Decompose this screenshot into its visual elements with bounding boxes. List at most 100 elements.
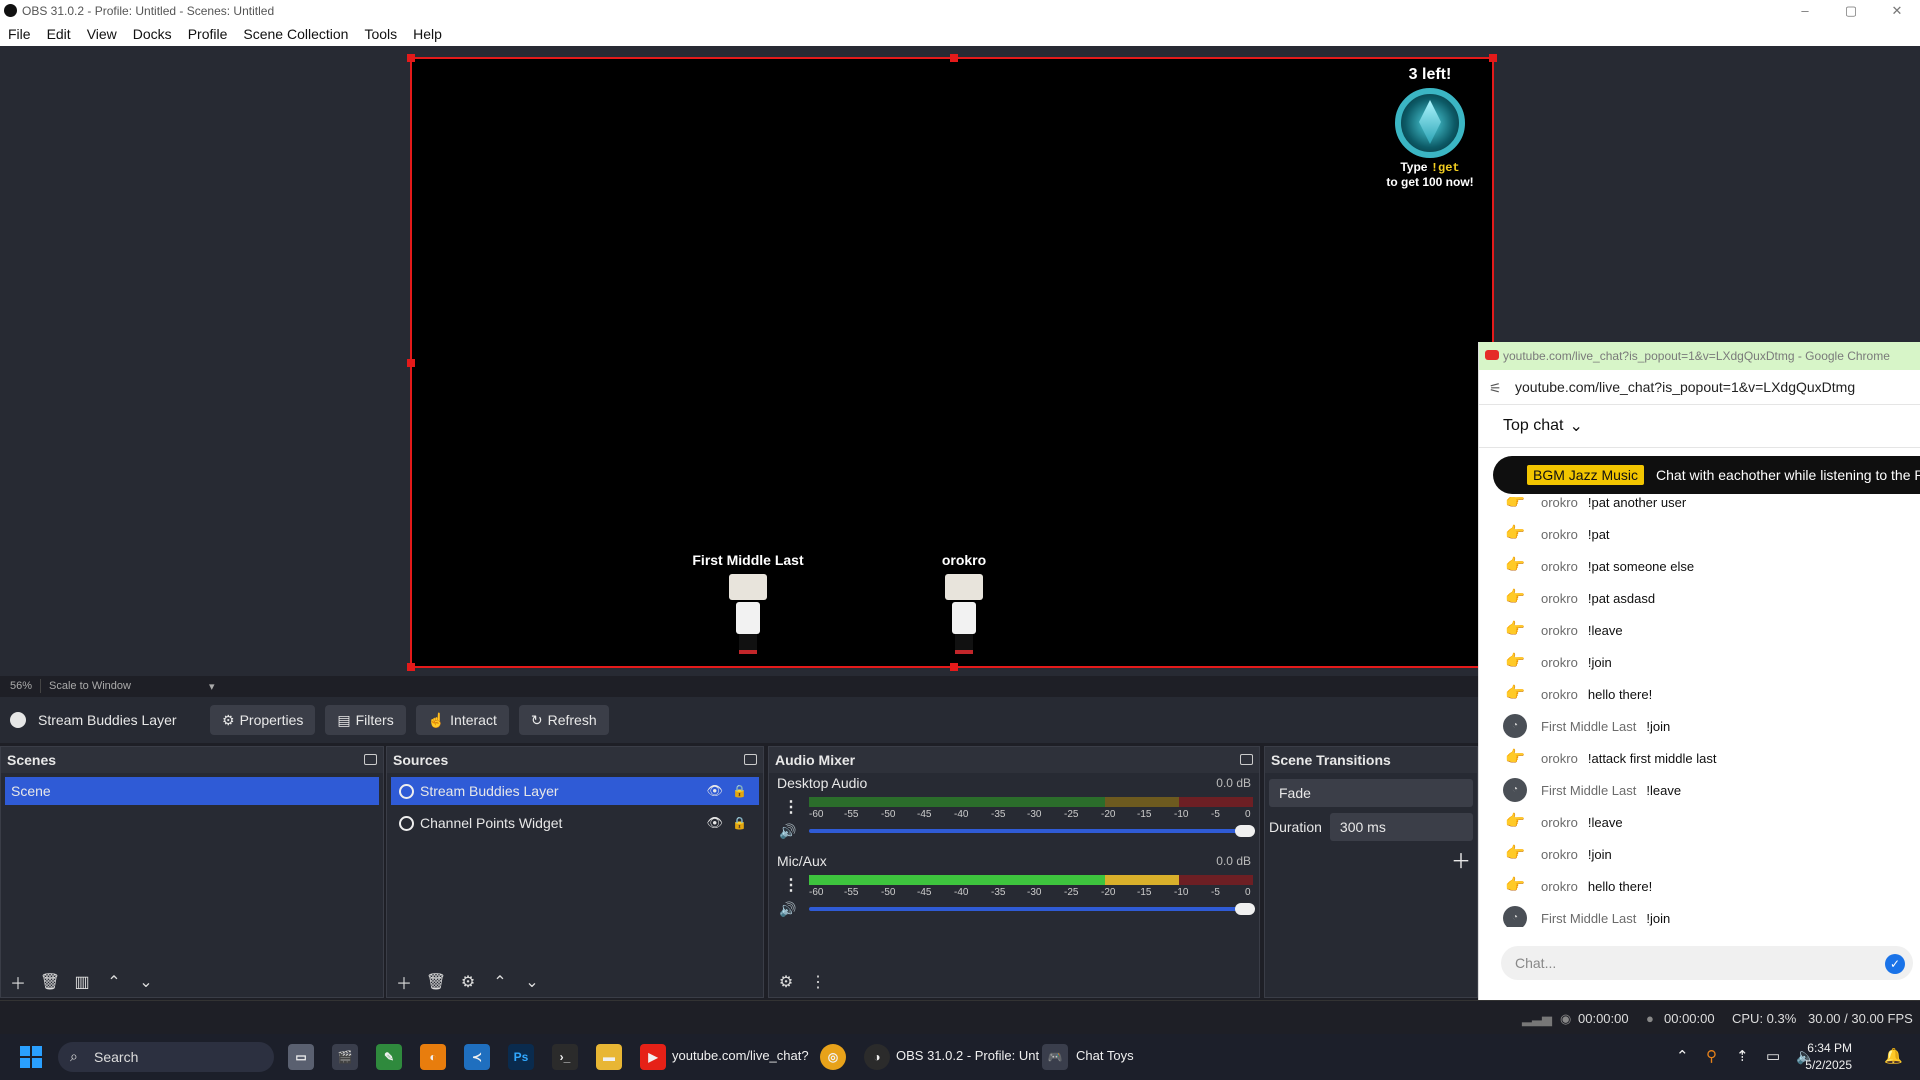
photoshop-app-icon[interactable]: Ps	[508, 1044, 534, 1070]
kebab-menu-icon[interactable]: ⋮	[807, 972, 829, 992]
chat-author[interactable]: First Middle Last	[1541, 783, 1636, 798]
resize-handle[interactable]	[407, 54, 415, 62]
scale-mode-select[interactable]: Scale to Window	[49, 680, 131, 692]
user-avatar-icon[interactable]: ◔	[1503, 714, 1527, 738]
maximize-button[interactable]: ▢	[1828, 0, 1874, 22]
resize-handle[interactable]	[407, 359, 415, 367]
chat-author[interactable]: orokro	[1541, 559, 1578, 574]
chat-author[interactable]: orokro	[1541, 623, 1578, 638]
undock-icon[interactable]	[1240, 754, 1253, 765]
pointing-hand-avatar-icon[interactable]: 👉	[1503, 810, 1527, 834]
pointing-hand-avatar-icon[interactable]: 👉	[1503, 746, 1527, 770]
file-explorer-icon[interactable]: ▬	[596, 1044, 622, 1070]
chat-message[interactable]: 👉 orokro !attack first middle last	[1479, 743, 1716, 773]
chat-message[interactable]: 👉 orokro !leave	[1479, 615, 1623, 645]
source-item[interactable]: Stream Buddies Layer 👁 🔒	[391, 777, 759, 805]
scene-item[interactable]: Scene	[5, 777, 379, 805]
advanced-audio-gear-icon[interactable]: ⚙	[775, 972, 797, 992]
volume-slider[interactable]	[809, 903, 1255, 915]
pointing-hand-avatar-icon[interactable]: 👉	[1503, 618, 1527, 642]
chat-author[interactable]: First Middle Last	[1541, 719, 1636, 734]
terminal-app-icon[interactable]: ›_	[552, 1044, 578, 1070]
youtube-app-icon[interactable]: ▶	[640, 1044, 666, 1070]
pointing-hand-avatar-icon[interactable]: 👉	[1503, 874, 1527, 898]
minimize-button[interactable]: –	[1782, 0, 1828, 22]
eye-icon[interactable]: 👁	[706, 777, 723, 805]
chat-author[interactable]: orokro	[1541, 687, 1578, 702]
menu-docks[interactable]: Docks	[125, 22, 180, 46]
notepad-app-icon[interactable]: ✎	[376, 1044, 402, 1070]
address-bar[interactable]: ⚟ youtube.com/live_chat?is_popout=1&v=LX…	[1479, 370, 1920, 404]
menu-view[interactable]: View	[79, 22, 125, 46]
chat-author[interactable]: orokro	[1541, 815, 1578, 830]
chrome-app-icon[interactable]: ◎	[820, 1044, 846, 1070]
menu-scene-collection[interactable]: Scene Collection	[235, 22, 356, 46]
eye-icon[interactable]: 👁	[706, 809, 723, 837]
pointing-hand-avatar-icon[interactable]: 👉	[1503, 554, 1527, 578]
lock-icon[interactable]: 🔒	[732, 777, 747, 805]
move-up-button[interactable]: ⌃	[489, 972, 511, 992]
chat-toys-task-label[interactable]: Chat Toys	[1076, 1048, 1134, 1063]
scene-filters-button[interactable]: ▥	[71, 972, 93, 992]
menu-edit[interactable]: Edit	[39, 22, 79, 46]
move-down-button[interactable]: ⌄	[521, 972, 543, 992]
search-tray-icon[interactable]: ⚲	[1706, 1047, 1717, 1065]
pointing-hand-avatar-icon[interactable]: 👉	[1503, 586, 1527, 610]
send-check-icon[interactable]: ✓	[1885, 954, 1905, 974]
vscode-app-icon[interactable]: ≺	[464, 1044, 490, 1070]
move-up-button[interactable]: ⌃	[103, 972, 125, 992]
chat-message[interactable]: ◔ First Middle Last !join	[1479, 903, 1670, 927]
speaker-icon[interactable]: 🔊	[779, 901, 796, 918]
menu-profile[interactable]: Profile	[180, 22, 236, 46]
chat-mode-select[interactable]: Top chat ⌄	[1479, 404, 1920, 448]
kebab-menu-icon[interactable]: ⋮	[783, 875, 799, 895]
volume-slider[interactable]	[809, 825, 1255, 837]
lock-icon[interactable]: 🔒	[732, 809, 747, 837]
pointing-hand-avatar-icon[interactable]: 👉	[1503, 842, 1527, 866]
chat-author[interactable]: orokro	[1541, 847, 1578, 862]
menu-file[interactable]: File	[0, 22, 39, 46]
undock-icon[interactable]	[364, 754, 377, 765]
user-avatar-icon[interactable]: ◔	[1503, 778, 1527, 802]
remove-scene-button[interactable]: 🗑	[39, 972, 61, 992]
chat-author[interactable]: orokro	[1541, 527, 1578, 542]
interact-button[interactable]: ☝ Interact	[415, 705, 509, 735]
add-source-button[interactable]: ＋	[393, 970, 415, 994]
chat-toys-app-icon[interactable]: 🎮	[1042, 1044, 1068, 1070]
obs-app-icon[interactable]: ◑	[864, 1044, 890, 1070]
taskbar-search[interactable]: ⌕ Search	[58, 1042, 274, 1072]
site-settings-icon[interactable]: ⚟	[1489, 380, 1502, 397]
chat-message[interactable]: 👉 orokro !join	[1479, 839, 1612, 869]
pointing-hand-avatar-icon[interactable]: 👉	[1503, 522, 1527, 546]
speaker-icon[interactable]: 🔊	[779, 823, 796, 840]
add-transition-button[interactable]: ＋	[1451, 845, 1471, 874]
youtube-task-label[interactable]: youtube.com/live_chat?	[672, 1048, 809, 1063]
chat-message[interactable]: 👉 orokro hello there!	[1479, 679, 1652, 709]
chevron-down-icon[interactable]: ▾	[209, 680, 215, 693]
transition-select[interactable]: Fade	[1269, 779, 1473, 807]
menu-tools[interactable]: Tools	[356, 22, 405, 46]
notification-bell-icon[interactable]: 🔔	[1884, 1047, 1903, 1065]
pinned-message[interactable]: BGM Jazz Music Chat with eachother while…	[1493, 456, 1920, 494]
slider-knob[interactable]	[1235, 903, 1255, 915]
resize-handle[interactable]	[950, 54, 958, 62]
chat-message[interactable]: 👉 orokro !pat asdasd	[1479, 583, 1655, 613]
resize-handle[interactable]	[407, 663, 415, 671]
blender-app-icon[interactable]: ◐	[420, 1044, 446, 1070]
chat-message[interactable]: 👉 orokro !pat another user	[1479, 497, 1686, 517]
chat-message[interactable]: 👉 orokro !pat someone else	[1479, 551, 1694, 581]
windows-start-icon[interactable]	[20, 1046, 42, 1068]
chat-author[interactable]: orokro	[1541, 751, 1578, 766]
resize-handle[interactable]	[1489, 54, 1497, 62]
chat-author[interactable]: orokro	[1541, 879, 1578, 894]
chat-author[interactable]: orokro	[1541, 655, 1578, 670]
chat-author[interactable]: orokro	[1541, 497, 1578, 510]
menu-help[interactable]: Help	[405, 22, 450, 46]
properties-button[interactable]: ⚙ Properties	[210, 705, 316, 735]
clapper-app-icon[interactable]: 🎬	[332, 1044, 358, 1070]
pointing-hand-avatar-icon[interactable]: 👉	[1503, 682, 1527, 706]
refresh-button[interactable]: ↻ Refresh	[518, 705, 609, 735]
chat-message[interactable]: 👉 orokro !pat	[1479, 519, 1610, 549]
chat-author[interactable]: First Middle Last	[1541, 911, 1636, 926]
pointing-hand-avatar-icon[interactable]: 👉	[1503, 497, 1527, 514]
